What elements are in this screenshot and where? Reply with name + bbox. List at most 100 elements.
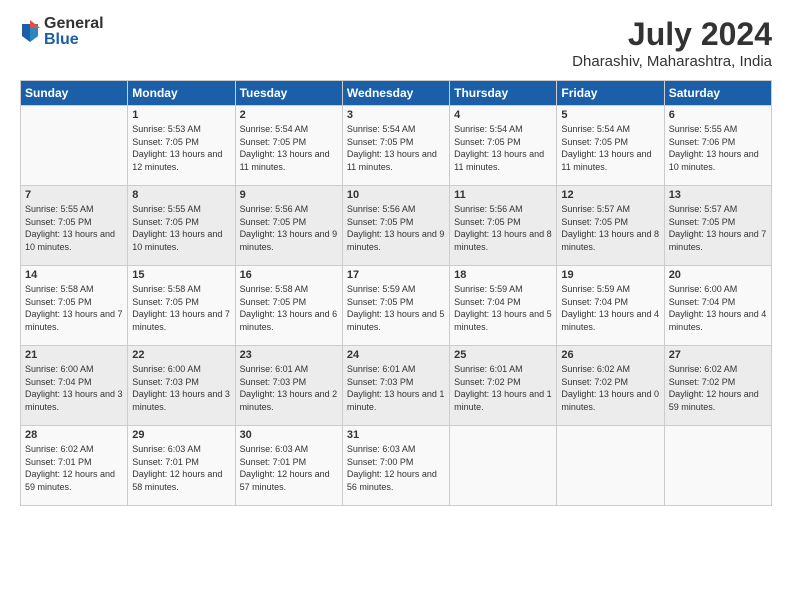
day-number: 10 xyxy=(347,189,445,201)
calendar-cell xyxy=(450,426,557,506)
logo-blue: Blue xyxy=(44,32,104,48)
calendar-cell: 2Sunrise: 5:54 AMSunset: 7:05 PMDaylight… xyxy=(235,106,342,186)
day-number: 28 xyxy=(25,429,123,441)
calendar-cell: 15 Sunrise: 5:58 AMSunset: 7:05 PMDayligh… xyxy=(128,266,235,346)
cell-content: Sunrise: 6:02 AMSunset: 7:01 PMDaylight:… xyxy=(25,443,123,493)
calendar-header-row: SundayMondayTuesdayWednesdayThursdayFrid… xyxy=(21,81,772,106)
day-number: 14 xyxy=(25,269,123,281)
day-number: 16 xyxy=(240,269,338,281)
cell-content: Sunrise: 5:57 AMSunset: 7:05 PMDaylight:… xyxy=(561,203,659,253)
cell-content: Sunrise: 6:03 AMSunset: 7:01 PMDaylight:… xyxy=(132,443,230,493)
calendar-cell: 31 Sunrise: 6:03 AMSunset: 7:00 PMDayligh… xyxy=(342,426,449,506)
calendar-col-tuesday: Tuesday xyxy=(235,81,342,106)
calendar-cell: 5Sunrise: 5:54 AMSunset: 7:05 PMDaylight… xyxy=(557,106,664,186)
calendar-cell xyxy=(21,106,128,186)
day-number: 9 xyxy=(240,189,338,201)
calendar-row-1: 7 Sunrise: 5:55 AMSunset: 7:05 PMDaylight… xyxy=(21,186,772,266)
day-number: 2 xyxy=(240,109,338,121)
calendar-cell: 16 Sunrise: 5:58 AMSunset: 7:05 PMDayligh… xyxy=(235,266,342,346)
day-number: 24 xyxy=(347,349,445,361)
cell-content: Sunrise: 5:54 AMSunset: 7:05 PMDaylight:… xyxy=(347,123,445,173)
cell-content: Sunrise: 5:56 AMSunset: 7:05 PMDaylight:… xyxy=(347,203,445,253)
calendar-row-3: 21Sunrise: 6:00 AMSunset: 7:04 PMDayligh… xyxy=(21,346,772,426)
calendar-cell: 9 Sunrise: 5:56 AMSunset: 7:05 PMDaylight… xyxy=(235,186,342,266)
cell-content: Sunrise: 6:01 AMSunset: 7:02 PMDaylight:… xyxy=(454,363,552,413)
day-number: 23 xyxy=(240,349,338,361)
cell-content: Sunrise: 6:03 AMSunset: 7:00 PMDaylight:… xyxy=(347,443,445,493)
cell-content: Sunrise: 5:58 AMSunset: 7:05 PMDaylight:… xyxy=(132,283,230,333)
calendar-table: SundayMondayTuesdayWednesdayThursdayFrid… xyxy=(20,80,772,506)
calendar-cell: 14Sunrise: 5:58 AMSunset: 7:05 PMDayligh… xyxy=(21,266,128,346)
calendar-row-0: 1 Sunrise: 5:53 AMSunset: 7:05 PMDaylight… xyxy=(21,106,772,186)
calendar-col-friday: Friday xyxy=(557,81,664,106)
cell-content: Sunrise: 6:03 AMSunset: 7:01 PMDaylight:… xyxy=(240,443,338,493)
calendar-cell: 6 Sunrise: 5:55 AMSunset: 7:06 PMDaylight… xyxy=(664,106,771,186)
cell-content: Sunrise: 5:55 AMSunset: 7:06 PMDaylight:… xyxy=(669,123,767,173)
day-number: 20 xyxy=(669,269,767,281)
cell-content: Sunrise: 6:00 AMSunset: 7:03 PMDaylight:… xyxy=(132,363,230,413)
day-number: 8 xyxy=(132,189,230,201)
cell-content: Sunrise: 5:57 AMSunset: 7:05 PMDaylight:… xyxy=(669,203,767,253)
day-number: 27 xyxy=(669,349,767,361)
day-number: 1 xyxy=(132,109,230,121)
calendar-cell: 27 Sunrise: 6:02 AMSunset: 7:02 PMDayligh… xyxy=(664,346,771,426)
subtitle: Dharashiv, Maharashtra, India xyxy=(572,53,772,70)
cell-content: Sunrise: 5:53 AMSunset: 7:05 PMDaylight:… xyxy=(132,123,230,173)
cell-content: Sunrise: 5:59 AMSunset: 7:05 PMDaylight:… xyxy=(347,283,445,333)
calendar-col-saturday: Saturday xyxy=(664,81,771,106)
logo: General Blue xyxy=(20,16,104,48)
day-number: 15 xyxy=(132,269,230,281)
calendar-cell: 23Sunrise: 6:01 AMSunset: 7:03 PMDayligh… xyxy=(235,346,342,426)
calendar-cell: 1 Sunrise: 5:53 AMSunset: 7:05 PMDaylight… xyxy=(128,106,235,186)
calendar-row-2: 14 Sunrise: 5:58 AMSunset: 7:05 PMDayligh… xyxy=(21,266,772,346)
day-number: 25 xyxy=(454,349,552,361)
day-number: 4 xyxy=(454,109,552,121)
day-number: 21 xyxy=(25,349,123,361)
calendar-cell: 11 Sunrise: 5:56 AMSunset: 7:05 PMDayligh… xyxy=(450,186,557,266)
cell-content: Sunrise: 6:01 AMSunset: 7:03 PMDaylight:… xyxy=(347,363,445,413)
calendar-cell: 20Sunrise: 6:00 AMSunset: 7:04 PMDayligh… xyxy=(664,266,771,346)
day-number: 31 xyxy=(347,429,445,441)
title-block: July 2024 Dharashiv, Maharashtra, India xyxy=(572,16,772,70)
calendar-cell: 13 Sunrise: 5:57 AMSunset: 7:05 PMDayligh… xyxy=(664,186,771,266)
cell-content: Sunrise: 5:58 AMSunset: 7:05 PMDaylight:… xyxy=(240,283,338,333)
day-number: 6 xyxy=(669,109,767,121)
calendar-col-sunday: Sunday xyxy=(21,81,128,106)
calendar-cell: 18Sunrise: 5:59 AMSunset: 7:04 PMDayligh… xyxy=(450,266,557,346)
cell-content: Sunrise: 5:55 AMSunset: 7:05 PMDaylight:… xyxy=(25,203,123,253)
calendar-cell: 21Sunrise: 6:00 AMSunset: 7:04 PMDayligh… xyxy=(21,346,128,426)
cell-content: Sunrise: 5:59 AMSunset: 7:04 PMDaylight:… xyxy=(561,283,659,333)
calendar-cell: 22 Sunrise: 6:00 AMSunset: 7:03 PMDayligh… xyxy=(128,346,235,426)
day-number: 29 xyxy=(132,429,230,441)
page: General Blue July 2024 Dharashiv, Mahara… xyxy=(0,0,792,612)
day-number: 22 xyxy=(132,349,230,361)
calendar-row-4: 28 Sunrise: 6:02 AMSunset: 7:01 PMDayligh… xyxy=(21,426,772,506)
cell-content: Sunrise: 5:55 AMSunset: 7:05 PMDaylight:… xyxy=(132,203,230,253)
calendar-cell: 30 Sunrise: 6:03 AMSunset: 7:01 PMDayligh… xyxy=(235,426,342,506)
calendar-cell xyxy=(557,426,664,506)
cell-content: Sunrise: 6:02 AMSunset: 7:02 PMDaylight:… xyxy=(561,363,659,413)
cell-content: Sunrise: 6:02 AMSunset: 7:02 PMDaylight:… xyxy=(669,363,767,413)
day-number: 11 xyxy=(454,189,552,201)
calendar-cell: 10 Sunrise: 5:56 AMSunset: 7:05 PMDayligh… xyxy=(342,186,449,266)
day-number: 26 xyxy=(561,349,659,361)
day-number: 12 xyxy=(561,189,659,201)
calendar-cell: 4 Sunrise: 5:54 AMSunset: 7:05 PMDaylight… xyxy=(450,106,557,186)
day-number: 13 xyxy=(669,189,767,201)
calendar-cell: 8 Sunrise: 5:55 AMSunset: 7:05 PMDaylight… xyxy=(128,186,235,266)
day-number: 7 xyxy=(25,189,123,201)
cell-content: Sunrise: 5:56 AMSunset: 7:05 PMDaylight:… xyxy=(454,203,552,253)
calendar-col-monday: Monday xyxy=(128,81,235,106)
calendar-cell xyxy=(664,426,771,506)
logo-icon xyxy=(20,20,40,44)
main-title: July 2024 xyxy=(572,16,772,53)
calendar-cell: 7 Sunrise: 5:55 AMSunset: 7:05 PMDaylight… xyxy=(21,186,128,266)
day-number: 18 xyxy=(454,269,552,281)
cell-content: Sunrise: 5:54 AMSunset: 7:05 PMDaylight:… xyxy=(454,123,552,173)
cell-content: Sunrise: 5:56 AMSunset: 7:05 PMDaylight:… xyxy=(240,203,338,253)
calendar-cell: 19Sunrise: 5:59 AMSunset: 7:04 PMDayligh… xyxy=(557,266,664,346)
calendar-cell: 12 Sunrise: 5:57 AMSunset: 7:05 PMDayligh… xyxy=(557,186,664,266)
day-number: 30 xyxy=(240,429,338,441)
calendar-cell: 17Sunrise: 5:59 AMSunset: 7:05 PMDayligh… xyxy=(342,266,449,346)
calendar-cell: 25 Sunrise: 6:01 AMSunset: 7:02 PMDayligh… xyxy=(450,346,557,426)
